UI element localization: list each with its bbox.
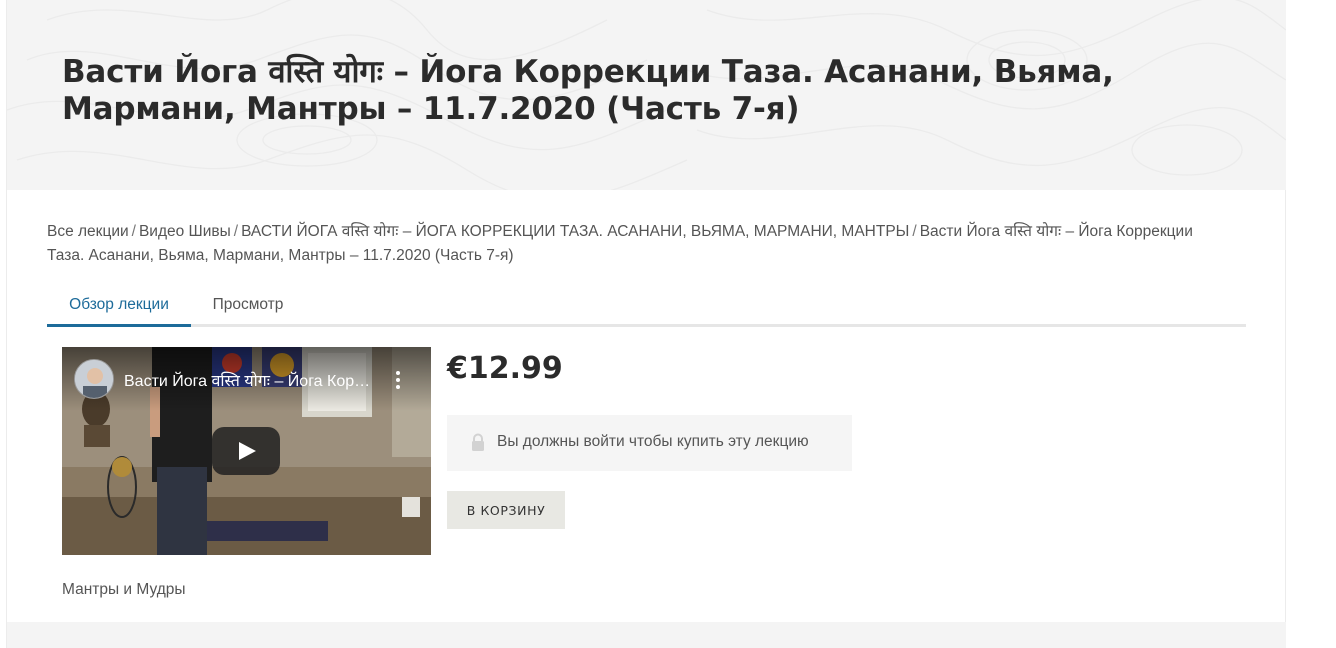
breadcrumb-link-all-lectures[interactable]: Все лекции — [47, 223, 129, 240]
product-price: €12.99 — [447, 351, 563, 386]
breadcrumb-link-course[interactable]: ВАСТИ ЙОГА वस्ति योगः – ЙОГА КОРРЕКЦИИ Т… — [241, 223, 909, 240]
lecture-category: Мантры и Мудры — [62, 581, 186, 598]
footer-band — [7, 622, 1286, 648]
breadcrumb-separator: / — [912, 223, 917, 240]
more-vert-icon[interactable] — [395, 371, 401, 389]
breadcrumb-separator: / — [233, 223, 239, 240]
video-player[interactable]: Васти Йога वस्ति योगः – Йога Коррекции Т… — [62, 347, 431, 555]
add-to-cart-button[interactable]: В КОРЗИНУ — [447, 491, 565, 529]
page-frame: Васти Йога वस्ति योगः – Йога Коррекции Т… — [6, 0, 1286, 648]
breadcrumb: Все лекции / Видео Шивы / ВАСТИ ЙОГА वस्ति य… — [47, 220, 1197, 268]
lock-icon — [472, 433, 484, 451]
lecture-tabs: Обзор лекции Просмотр — [47, 286, 1246, 327]
page-title: Васти Йога वस्ति योगः – Йога Коррекции Т… — [62, 54, 1114, 127]
video-title[interactable]: Васти Йога वस्ति योगः – Йога Коррекции Т… — [124, 369, 374, 391]
page-header: Васти Йога वस्ति योगः – Йога Коррекции Т… — [7, 0, 1286, 190]
tab-overview[interactable]: Обзор лекции — [47, 286, 191, 327]
breadcrumb-link-shiva-videos[interactable]: Видео Шивы — [139, 223, 231, 240]
channel-avatar[interactable] — [74, 359, 114, 399]
tab-preview[interactable]: Просмотр — [197, 286, 299, 327]
login-notice-text: Вы должны войти чтобы купить эту лекцию — [497, 433, 809, 450]
login-notice: Вы должны войти чтобы купить эту лекцию — [447, 415, 852, 471]
breadcrumb-separator: / — [131, 223, 136, 240]
play-icon[interactable] — [212, 427, 280, 475]
